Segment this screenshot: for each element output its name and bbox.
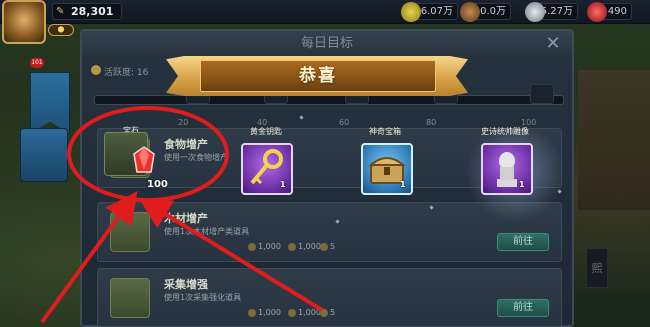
wood-task-icon [110, 212, 150, 252]
task-description: 使用1次木材增产类道具 [164, 227, 250, 236]
notification-badge: 101 [30, 58, 44, 68]
resource-gem-value: 490 [607, 6, 627, 17]
reward-amount: 5 [320, 242, 335, 251]
reward-amount: 1,000 [248, 308, 281, 317]
reward-count-statue: 1 [519, 180, 525, 189]
task-title: 木材增产 [164, 212, 208, 225]
gem-icon [587, 2, 607, 22]
milestone-chest-5[interactable] [530, 84, 554, 104]
power-display[interactable]: ✎ 28,301 [52, 3, 122, 20]
reward-amount: 1,000 [288, 308, 321, 317]
reward-count-chest: 1 [400, 180, 406, 189]
activity-icon [91, 65, 101, 75]
reward-count-gold-key: 1 [280, 180, 286, 189]
food-icon [401, 2, 421, 22]
reward-label-chest: 神奇宝箱 [369, 127, 401, 136]
reward-label-statue: 史诗统帅雕像 [481, 127, 529, 136]
task-title: 采集增强 [164, 278, 208, 291]
reward-amount: 5 [320, 308, 335, 317]
gem-icon [133, 146, 155, 173]
reward-value: 5 [330, 308, 336, 317]
reward-slot-statue [481, 143, 533, 195]
reward-amount: 1,000 [248, 242, 281, 251]
resource-stone[interactable]: 35.27万 [525, 2, 578, 22]
reward-value: 5 [330, 242, 336, 251]
reward-value: 1,000 [298, 308, 321, 317]
progress-tick: 20 [178, 118, 189, 127]
reward-value: 1,000 [258, 242, 281, 251]
vip-badge[interactable]: ⬢ [48, 24, 74, 36]
reward-value: 1,000 [258, 308, 281, 317]
coin-icon [288, 308, 296, 317]
reward-count-gem: 100 [147, 179, 168, 190]
coin-icon [248, 242, 256, 251]
congrats-title: 恭喜 [299, 66, 337, 86]
task-description: 使用1次采集强化道具 [164, 293, 242, 302]
gather-task-icon [110, 278, 150, 318]
player-avatar[interactable] [2, 0, 46, 44]
resource-wood[interactable]: 20.0万 [460, 2, 511, 22]
pencil-icon: ✎ [56, 6, 65, 17]
left-menu-book[interactable] [20, 128, 68, 182]
activity-progress-bar [94, 95, 564, 105]
power-value: 28,301 [71, 5, 114, 18]
progress-tick: 80 [426, 118, 437, 127]
resource-gem[interactable]: 490 [587, 2, 632, 22]
resource-food[interactable]: 26.07万 [401, 2, 458, 22]
reward-amount: 1,000 [288, 242, 321, 251]
wood-icon [460, 2, 480, 22]
activity-label: 活跃度: 16 [104, 68, 149, 78]
go-button[interactable]: 前往 [497, 233, 549, 251]
task-title: 食物增产 [164, 138, 208, 151]
stone-icon [525, 2, 545, 22]
reward-value: 1,000 [298, 242, 321, 251]
coin-icon [288, 242, 296, 251]
reward-label-gold-key: 黄金钥匙 [250, 127, 282, 136]
close-icon[interactable]: ✕ [542, 33, 564, 55]
window-title: 每日目标 [82, 31, 572, 57]
coin-icon [320, 308, 328, 317]
task-row: 采集增强 使用1次采集强化道具 1,000 1,000 5 前往 [97, 268, 562, 327]
coin-icon [320, 242, 328, 251]
go-button[interactable]: 前往 [497, 299, 549, 317]
task-description: 使用一次食物增产 [164, 153, 228, 162]
coin-icon [248, 308, 256, 317]
